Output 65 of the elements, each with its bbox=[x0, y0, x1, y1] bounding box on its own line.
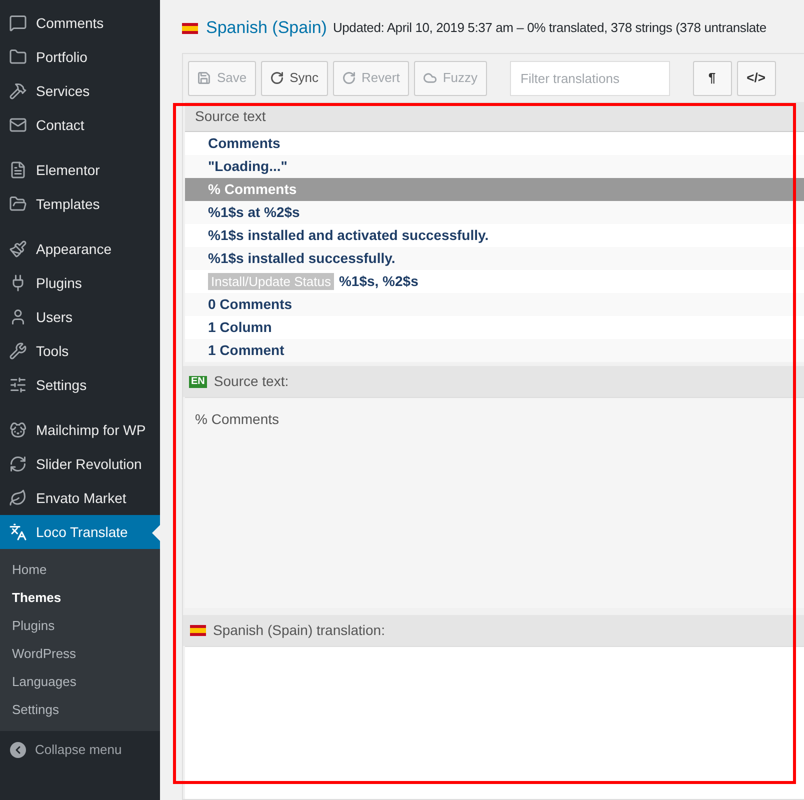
submenu-item[interactable]: WordPress bbox=[0, 640, 160, 668]
string-row[interactable]: %1$s installed successfully. bbox=[185, 247, 804, 270]
menu-item[interactable]: Contact bbox=[0, 108, 160, 142]
menu-item[interactable]: Portfolio bbox=[0, 40, 160, 74]
string-row[interactable]: %1$s installed and activated successfully. bbox=[185, 224, 804, 247]
refresh-icon bbox=[9, 455, 27, 473]
revert-icon bbox=[342, 71, 356, 85]
menu-item[interactable]: Comments bbox=[0, 6, 160, 40]
menu-item[interactable]: Settings bbox=[0, 368, 160, 402]
speech-bubble-icon bbox=[9, 14, 27, 32]
current-pointer-icon bbox=[152, 525, 160, 541]
submenu-item[interactable]: Plugins bbox=[0, 612, 160, 640]
wrench-icon bbox=[9, 342, 27, 360]
document-icon bbox=[9, 161, 27, 179]
menu-item[interactable]: Elementor bbox=[0, 153, 160, 187]
menu-item[interactable]: Templates bbox=[0, 187, 160, 221]
string-row[interactable]: 1 Comment bbox=[185, 339, 804, 362]
menu-item[interactable]: Mailchimp for WP bbox=[0, 413, 160, 447]
string-row[interactable]: Comments bbox=[185, 132, 804, 155]
string-row[interactable]: 1 Column bbox=[185, 316, 804, 339]
translation-label: Spanish (Spain) translation: bbox=[213, 621, 385, 640]
submenu-item[interactable]: Settings bbox=[0, 696, 160, 724]
context-tag: Install/Update Status bbox=[208, 273, 334, 290]
source-label: Source text: bbox=[214, 372, 289, 391]
folder-icon bbox=[9, 195, 27, 213]
sync-icon bbox=[270, 71, 284, 85]
string-row[interactable]: "Loading..." bbox=[185, 155, 804, 178]
submenu-item[interactable]: Home bbox=[0, 556, 160, 584]
toggle-button[interactable]: </> bbox=[736, 60, 776, 96]
paintbrush-icon bbox=[9, 240, 27, 258]
save-icon bbox=[197, 71, 211, 85]
collapse-button[interactable]: Collapse menu bbox=[0, 733, 160, 767]
menu-item[interactable]: Users bbox=[0, 300, 160, 334]
menu-item[interactable]: Appearance bbox=[0, 232, 160, 266]
language-title[interactable]: Spanish (Spain) bbox=[206, 15, 327, 41]
menu-item[interactable]: Envato Market bbox=[0, 481, 160, 515]
source-text-area: % Comments bbox=[185, 397, 804, 608]
string-row[interactable]: 0 Comments bbox=[185, 293, 804, 316]
string-row[interactable]: Install/Update Status %1$s, %2$s bbox=[185, 270, 804, 293]
sliders-icon bbox=[9, 376, 27, 394]
toolbar-button[interactable]: Sync bbox=[260, 60, 328, 96]
spain-flag-icon bbox=[182, 22, 198, 34]
list-header: Source text bbox=[185, 102, 804, 132]
menu-item[interactable]: Slider Revolution bbox=[0, 447, 160, 481]
file-status: Updated: April 10, 2019 5:37 am – 0% translated, 378 strings (378 untranslate bbox=[332, 19, 766, 38]
menu-item[interactable]: Loco Translate bbox=[0, 515, 160, 549]
menu-item[interactable]: Services bbox=[0, 74, 160, 108]
submenu-item[interactable]: Languages bbox=[0, 668, 160, 696]
translate-icon bbox=[9, 523, 27, 541]
menu-item[interactable]: Plugins bbox=[0, 266, 160, 300]
cloud-icon bbox=[422, 71, 437, 85]
language-badge: EN bbox=[189, 376, 207, 388]
hammer-icon bbox=[9, 82, 27, 100]
collapse-icon bbox=[10, 742, 26, 758]
string-row[interactable]: %1$s at %2$s bbox=[185, 201, 804, 224]
folder-icon bbox=[9, 48, 27, 66]
translation-field[interactable] bbox=[185, 646, 804, 799]
toggle-button[interactable]: ¶ bbox=[692, 60, 732, 96]
envelope-icon bbox=[9, 116, 27, 134]
person-icon bbox=[9, 308, 27, 326]
spain-flag-icon bbox=[190, 625, 206, 636]
menu-item[interactable]: Tools bbox=[0, 334, 160, 368]
submenu-item[interactable]: Themes bbox=[0, 584, 160, 612]
filter-field[interactable]: Filter translations bbox=[510, 60, 670, 96]
leaf-icon bbox=[9, 489, 27, 507]
